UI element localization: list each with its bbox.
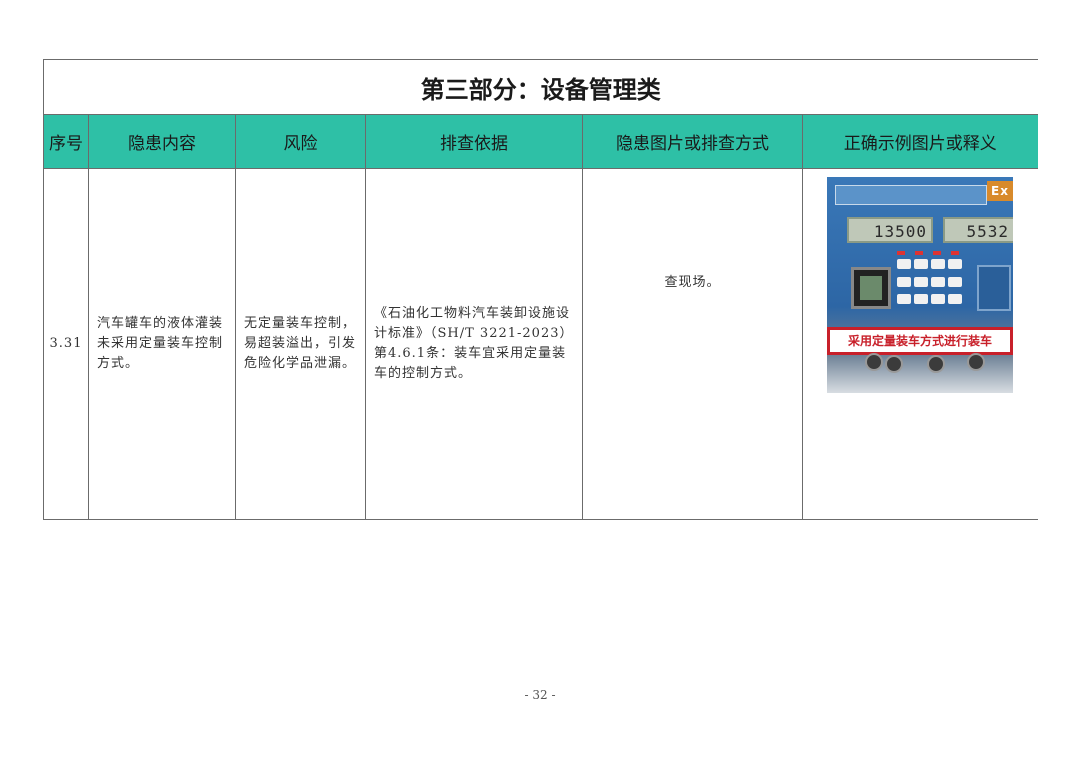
- display-volume: 13500: [847, 217, 933, 243]
- hazard-content: 汽车罐车的液体灌装未采用定量装车控制方式。: [88, 168, 236, 520]
- ex-label: Ex: [987, 181, 1013, 201]
- header-example: 正确示例图片或释义: [801, 114, 1038, 169]
- key: [931, 294, 945, 305]
- keypad: [897, 259, 967, 309]
- risk-content: 无定量装车控制，易超装溢出，引发危险化学品泄漏。: [235, 168, 366, 520]
- hazard-table: 第三部分：设备管理类 序号 隐患内容 风险 排查依据 隐患图片或排查方式 正确示…: [42, 59, 1038, 520]
- key: [914, 294, 928, 305]
- indicator-lights: [897, 251, 967, 255]
- key: [897, 276, 911, 287]
- key: [931, 259, 945, 269]
- side-switch-box: [977, 265, 1011, 311]
- method-content: 查现场。: [582, 168, 803, 520]
- header-no: 序号: [43, 114, 89, 169]
- hazard-table-sheet: 第三部分：设备管理类 序号 隐患内容 风险 排查依据 隐患图片或排查方式 正确示…: [42, 59, 1038, 520]
- section-title: 第三部分：设备管理类: [42, 59, 1038, 115]
- knob: [885, 355, 903, 373]
- display-total: 5532: [943, 217, 1013, 243]
- key: [897, 259, 911, 269]
- header-basis: 排查依据: [365, 114, 583, 169]
- example-cell: Ex 13500 5532 采用定量装车方式进行装车: [801, 168, 1038, 520]
- key: [948, 259, 962, 269]
- key: [948, 276, 962, 287]
- knob: [967, 353, 985, 371]
- key: [948, 294, 962, 305]
- header-risk: 风险: [235, 114, 366, 169]
- knob: [865, 353, 883, 371]
- key: [914, 276, 928, 287]
- page-number: - 32 -: [524, 688, 556, 702]
- basis-content: 《石油化工物料汽车装卸设施设计标准》（SH/T 3221-2023）第4.6.1…: [365, 168, 583, 520]
- photo-caption: 采用定量装车方式进行装车: [827, 327, 1013, 355]
- loading-controller-photo: Ex 13500 5532 采用定量装车方式进行装车: [827, 177, 1013, 393]
- row-number: 3.31: [43, 168, 89, 520]
- key: [914, 259, 928, 269]
- table-header-row: 序号 隐患内容 风险 排查依据 隐患图片或排查方式 正确示例图片或释义: [43, 114, 1038, 169]
- header-method: 隐患图片或排查方式: [582, 114, 803, 169]
- panel-nameplate: [835, 185, 987, 205]
- table-row: 3.31 汽车罐车的液体灌装未采用定量装车控制方式。 无定量装车控制，易超装溢出…: [43, 168, 1038, 520]
- key: [897, 294, 911, 305]
- knob: [927, 355, 945, 373]
- key: [931, 276, 945, 287]
- indicator-screen: [851, 267, 891, 309]
- header-hazard: 隐患内容: [88, 114, 236, 169]
